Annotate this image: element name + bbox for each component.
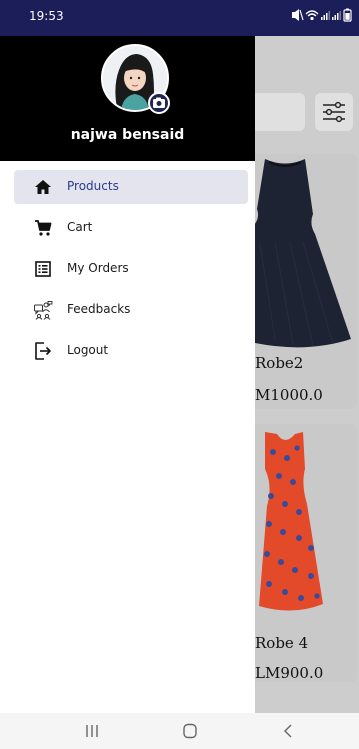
- battery-icon: [343, 8, 352, 22]
- status-indicator-icons: [292, 8, 352, 22]
- product-price: LM900.0: [255, 664, 324, 682]
- home-button[interactable]: [180, 723, 200, 739]
- menu-item-my-orders[interactable]: My Orders: [14, 252, 248, 286]
- menu-item-products[interactable]: Products: [14, 170, 248, 204]
- user-name: najwa bensaid: [70, 127, 185, 143]
- product-price: M1000.0: [255, 386, 323, 404]
- menu-item-label: My Orders: [67, 261, 129, 275]
- menu-item-label: Cart: [67, 220, 93, 234]
- product-image-dress-navy: [255, 154, 357, 354]
- menu-item-logout[interactable]: Logout: [14, 334, 248, 368]
- menu-item-label: Logout: [67, 343, 109, 357]
- product-card: Robe2 M1000.0: [255, 154, 357, 409]
- signal-icon: [321, 11, 330, 20]
- background-search-field: [255, 93, 305, 131]
- system-navigation-bar: [0, 713, 359, 749]
- feedback-icon: [34, 301, 53, 320]
- logout-icon: [35, 342, 51, 360]
- menu-item-label: Feedbacks: [67, 302, 131, 316]
- orders-list-icon: [35, 261, 51, 277]
- menu-item-feedbacks[interactable]: Feedbacks: [14, 293, 248, 327]
- change-photo-button[interactable]: [148, 92, 170, 114]
- signal-icon: [332, 11, 341, 20]
- product-name: Robe2: [255, 354, 304, 372]
- status-bar: 19:53: [0, 0, 359, 36]
- menu-item-label: Products: [67, 179, 119, 193]
- cart-icon: [35, 220, 52, 236]
- camera-icon: [153, 97, 165, 108]
- wifi-icon: [305, 10, 319, 21]
- navigation-drawer: najwa bensaid Products Cart My Orders Fe…: [0, 36, 255, 713]
- product-image-dress-red: [255, 424, 357, 624]
- filter-button: [315, 93, 353, 131]
- back-button[interactable]: [279, 723, 299, 739]
- mute-icon: [292, 9, 304, 21]
- filter-sliders-icon: [323, 101, 345, 123]
- product-name: Robe 4: [255, 634, 309, 652]
- home-icon: [35, 180, 51, 194]
- status-time: 19:53: [29, 9, 64, 23]
- status-icons: [291, 8, 353, 25]
- drawer-header: najwa bensaid: [0, 36, 255, 161]
- recent-apps-button[interactable]: [82, 723, 102, 739]
- menu-item-cart[interactable]: Cart: [14, 211, 248, 245]
- background-product-screen: Robe2 M1000.0 Robe 4 LM900.0: [255, 36, 359, 713]
- product-card: Robe 4 LM900.0: [255, 424, 357, 682]
